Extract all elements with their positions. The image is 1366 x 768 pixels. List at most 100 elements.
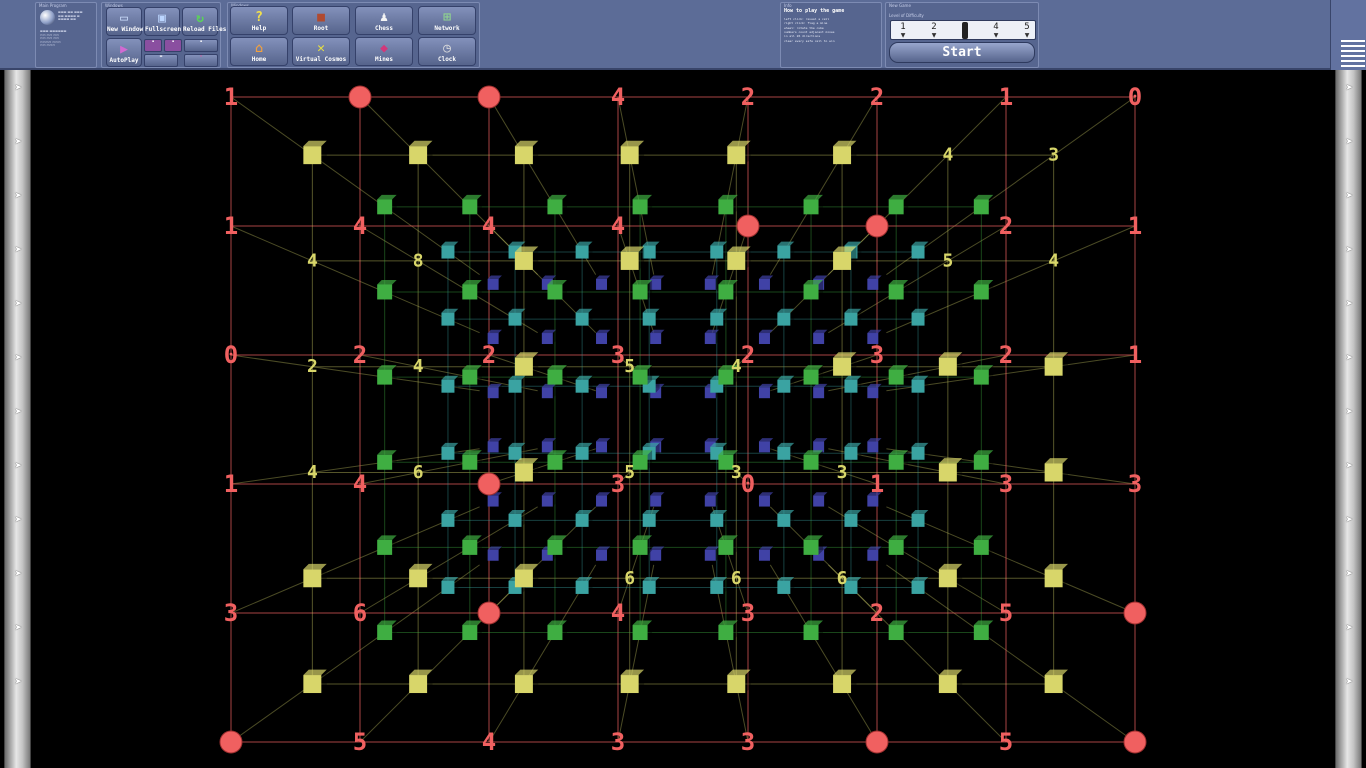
hidden-cell[interactable] [888, 535, 909, 555]
hidden-cell[interactable] [844, 375, 862, 393]
cell-number[interactable]: 6 [837, 568, 848, 589]
hidden-cell[interactable] [718, 194, 738, 215]
close-small-button[interactable]: ✕ [184, 54, 218, 67]
hidden-cell[interactable] [888, 620, 909, 641]
hidden-cell[interactable] [710, 308, 728, 326]
home-button[interactable]: ⌂ Home [230, 37, 288, 66]
hidden-cell[interactable] [596, 546, 611, 561]
hidden-cell[interactable] [462, 194, 482, 215]
hidden-cell[interactable] [758, 275, 774, 290]
hidden-cell[interactable] [710, 509, 728, 527]
hidden-cell[interactable] [704, 329, 720, 345]
start-button[interactable]: Start [889, 42, 1035, 63]
hidden-cell[interactable] [462, 450, 482, 470]
cell-number[interactable]: 5 [999, 728, 1013, 756]
hidden-cell[interactable] [377, 279, 397, 300]
cell-number[interactable]: 4 [611, 83, 625, 111]
hidden-cell[interactable] [596, 438, 611, 453]
cell-number[interactable]: 4 [1048, 250, 1059, 271]
hidden-cell[interactable] [541, 383, 557, 399]
help-button[interactable]: ? Help [230, 6, 288, 35]
cell-number[interactable]: 6 [413, 462, 424, 483]
hidden-cell[interactable] [377, 450, 397, 470]
hidden-cell[interactable] [632, 450, 653, 470]
mine-icon[interactable] [477, 85, 501, 109]
hidden-cell[interactable] [541, 438, 557, 453]
hidden-cell[interactable] [777, 442, 795, 460]
hidden-cell[interactable] [718, 279, 738, 300]
hidden-cell[interactable] [973, 279, 994, 300]
hidden-cell[interactable] [441, 241, 459, 259]
cell-number[interactable]: 2 [482, 341, 496, 369]
hidden-cell[interactable] [377, 535, 397, 555]
hidden-cell[interactable] [777, 577, 795, 594]
new-window-button[interactable]: ▭ New Window [106, 7, 143, 36]
small-option-button[interactable]: ▪ [164, 39, 182, 52]
hidden-cell[interactable] [803, 279, 824, 300]
mine-icon[interactable] [865, 730, 889, 754]
hidden-cell[interactable] [704, 492, 720, 507]
small-option-button[interactable]: ▬ [144, 54, 178, 67]
hidden-cell[interactable] [441, 375, 459, 393]
hidden-cell[interactable] [575, 308, 593, 326]
hidden-cell[interactable] [758, 492, 774, 507]
cell-number[interactable]: 4 [942, 145, 953, 166]
hidden-cell[interactable] [596, 383, 611, 399]
difficulty-level-1[interactable]: 1 [896, 22, 910, 32]
cell-number[interactable]: 5 [999, 599, 1013, 627]
hidden-cell[interactable] [575, 375, 593, 393]
hidden-cell[interactable] [758, 438, 774, 453]
autoplay-button[interactable]: ▶ AutoPlay [106, 38, 142, 67]
fullscreen-button[interactable]: ▣ Fullscreen [144, 7, 181, 36]
hidden-cell[interactable] [650, 492, 665, 507]
hidden-cell[interactable] [642, 308, 660, 326]
hidden-cell[interactable] [303, 563, 327, 588]
hidden-cell[interactable] [888, 194, 909, 215]
cell-number[interactable]: 3 [741, 728, 755, 756]
hidden-cell[interactable] [487, 438, 502, 453]
cell-number[interactable]: 1 [999, 83, 1013, 111]
hidden-cell[interactable] [973, 620, 994, 641]
difficulty-slider[interactable]: 1▼2▼3▼4▼5▼ [890, 20, 1036, 40]
hidden-cell[interactable] [911, 241, 929, 259]
hidden-cell[interactable] [377, 194, 397, 215]
hidden-cell[interactable] [441, 509, 459, 527]
cell-number[interactable]: 6 [731, 568, 742, 589]
cell-number[interactable]: 2 [999, 341, 1013, 369]
hidden-cell[interactable] [547, 279, 567, 300]
hidden-cell[interactable] [813, 383, 828, 399]
hidden-cell[interactable] [620, 669, 645, 694]
hidden-cell[interactable] [487, 383, 502, 399]
hidden-cell[interactable] [409, 140, 433, 165]
cell-number[interactable]: 4 [413, 356, 424, 377]
cell-number[interactable]: 5 [624, 462, 635, 483]
hidden-cell[interactable] [409, 669, 433, 694]
hidden-cell[interactable] [888, 279, 909, 300]
cell-number[interactable]: 4 [611, 212, 625, 240]
hidden-cell[interactable] [973, 365, 994, 385]
hidden-cell[interactable] [813, 329, 828, 345]
cell-number[interactable]: 4 [307, 462, 318, 483]
hidden-cell[interactable] [620, 246, 645, 270]
hidden-cell[interactable] [547, 450, 567, 470]
hidden-cell[interactable] [514, 563, 539, 588]
cell-number[interactable]: 1 [1128, 212, 1142, 240]
cell-number[interactable]: 1 [224, 212, 238, 240]
hidden-cell[interactable] [487, 546, 502, 561]
hidden-cell[interactable] [620, 140, 645, 165]
hidden-cell[interactable] [462, 620, 482, 641]
cell-number[interactable]: 3 [611, 470, 625, 498]
cell-number[interactable]: 2 [741, 83, 755, 111]
hidden-cell[interactable] [803, 450, 824, 470]
hidden-cell[interactable] [632, 535, 653, 555]
cell-number[interactable]: 2 [353, 341, 367, 369]
cell-number[interactable]: 0 [224, 341, 238, 369]
hidden-cell[interactable] [441, 442, 459, 460]
hidden-cell[interactable] [462, 279, 482, 300]
hidden-cell[interactable] [462, 365, 482, 385]
hidden-cell[interactable] [888, 450, 909, 470]
hidden-cell[interactable] [844, 308, 862, 326]
hidden-cell[interactable] [844, 509, 862, 527]
cell-number[interactable]: 0 [1128, 83, 1142, 111]
mine-icon[interactable] [219, 730, 243, 754]
